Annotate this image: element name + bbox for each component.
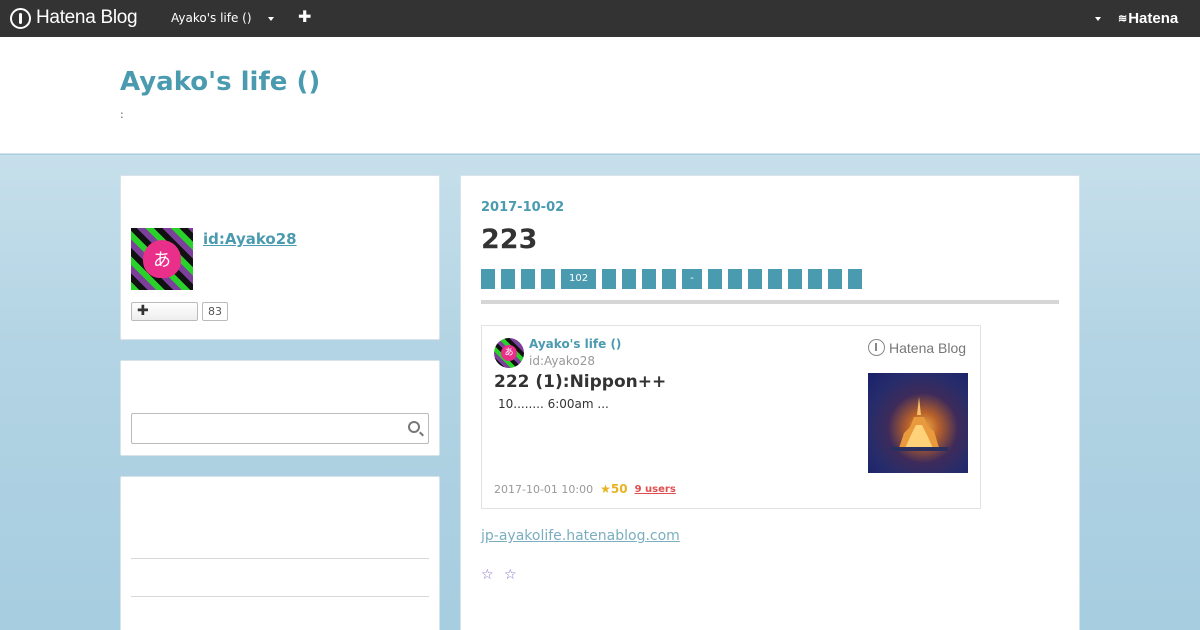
blog-title[interactable]: Ayako's life () (120, 67, 320, 97)
category-tag[interactable] (827, 269, 842, 289)
sidebar-module (120, 476, 440, 630)
embed-blog-name[interactable]: Ayako's life () (529, 337, 621, 351)
hatena-blog-logo[interactable]: Hatena Blog (10, 7, 138, 29)
embed-avatar[interactable]: あ (494, 338, 524, 368)
category-tag[interactable] (642, 269, 657, 289)
search-icon[interactable] (408, 421, 420, 433)
embed-thumbnail[interactable] (868, 373, 968, 473)
embed-meta: 2017-10-01 10:00 ★50 9 users (494, 482, 676, 496)
castle-image (890, 397, 948, 451)
embed-user-id: id:Ayako28 (529, 354, 595, 368)
blog-description: : (120, 108, 124, 121)
search-module (120, 360, 440, 456)
category-tag[interactable] (767, 269, 782, 289)
entry-source-link[interactable]: jp-ayakolife.hatenablog.com (481, 528, 680, 544)
hatena-blog-logo-icon (868, 339, 885, 356)
hatena-logo[interactable]: ≋ Hatena (1118, 10, 1178, 27)
divider (131, 558, 429, 559)
category-tag[interactable] (727, 269, 742, 289)
hatena-mark-icon: ≋ (1118, 13, 1127, 25)
category-tag[interactable] (602, 269, 617, 289)
star-icons[interactable]: ☆ ☆ (481, 567, 520, 583)
entry-article: 2017-10-02 223 102 - あ Ayako's life () id… (460, 175, 1080, 630)
category-tag[interactable] (787, 269, 802, 289)
blog-selector-chevron-down-icon[interactable] (268, 17, 274, 21)
category-tag[interactable] (707, 269, 722, 289)
search-input[interactable] (131, 413, 429, 444)
add-entry-button[interactable]: ✚ (298, 9, 311, 25)
user-menu-chevron-down-icon[interactable] (1095, 17, 1101, 21)
heart-icon: あ (501, 345, 517, 361)
embed-brand: Hatena Blog (868, 339, 966, 356)
divider (131, 596, 429, 597)
hatena-blog-logo-text: Hatena Blog (36, 7, 138, 28)
category-tag[interactable]: 102 (561, 269, 597, 289)
blog-title-area: Ayako's life () : (0, 37, 1200, 154)
embed-excerpt: 10........ 6:00am ... (498, 397, 609, 411)
category-tag[interactable] (747, 269, 762, 289)
category-tag[interactable] (501, 269, 515, 289)
entry-title[interactable]: 223 (481, 224, 537, 255)
category-tag[interactable] (847, 269, 862, 289)
embed-brand-text: Hatena Blog (889, 339, 967, 356)
avatar[interactable]: あ (131, 228, 193, 290)
bookmark-count[interactable]: 9 users (635, 484, 676, 495)
embed-timestamp: 2017-10-01 10:00 (494, 482, 594, 496)
embed-card[interactable]: あ Ayako's life () id:Ayako28 222 (1):Nip… (481, 325, 981, 509)
heart-icon: あ (143, 240, 181, 278)
category-tag[interactable] (622, 269, 637, 289)
hatena-blog-logo-icon (10, 7, 31, 29)
entry-divider (481, 300, 1059, 304)
blog-selector[interactable]: Ayako's life () (171, 11, 252, 25)
category-list: 102 - (481, 269, 862, 289)
embed-title[interactable]: 222 (1):Nippon++ (494, 372, 666, 392)
hatena-logo-text: Hatena (1128, 10, 1179, 27)
category-tag[interactable] (481, 269, 495, 289)
category-tag[interactable] (662, 269, 677, 289)
follow-button[interactable]: ✚ (131, 302, 198, 321)
global-header: Hatena Blog Ayako's life () ✚ ≋ Hatena (0, 0, 1200, 37)
category-tag[interactable]: - (682, 269, 702, 289)
profile-module: あ id:Ayako28 ✚ 83 (120, 175, 440, 340)
star-count[interactable]: ★50 (600, 482, 627, 496)
category-tag[interactable] (541, 269, 555, 289)
entry-date[interactable]: 2017-10-02 (481, 200, 564, 215)
category-tag[interactable] (807, 269, 822, 289)
category-tag[interactable] (521, 269, 535, 289)
profile-id-link[interactable]: id:Ayako28 (203, 230, 297, 248)
follow-count: 83 (202, 302, 228, 321)
